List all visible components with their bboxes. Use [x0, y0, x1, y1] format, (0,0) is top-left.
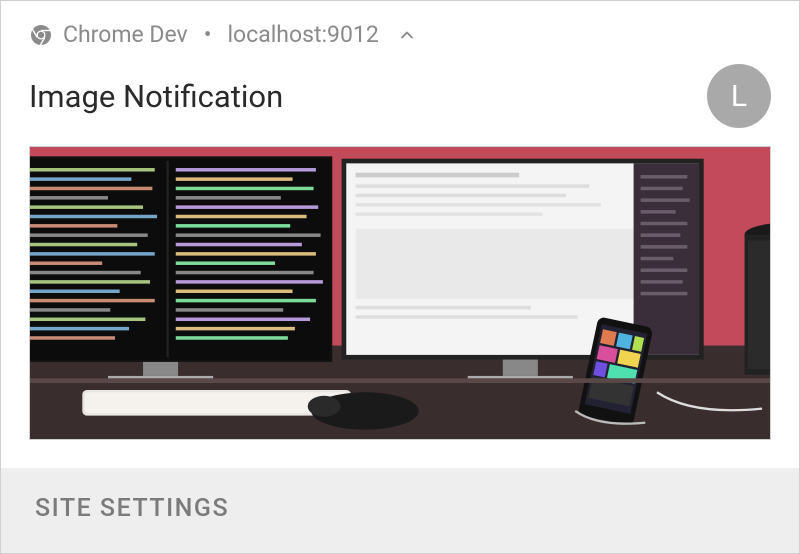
title-row: Image Notification L	[1, 54, 799, 146]
separator-dot: •	[204, 21, 212, 48]
site-settings-label: SITE SETTINGS	[35, 494, 229, 523]
app-name-label: Chrome Dev	[63, 21, 188, 48]
notification-image	[29, 146, 771, 440]
site-settings-button[interactable]: SITE SETTINGS	[1, 468, 799, 553]
notification-header[interactable]: Chrome Dev • localhost:9012	[1, 1, 799, 54]
chevron-up-icon	[397, 25, 417, 45]
notification-title: Image Notification	[29, 78, 283, 115]
chrome-icon	[29, 23, 53, 47]
avatar: L	[707, 64, 771, 128]
origin-label: localhost:9012	[227, 21, 378, 48]
notification-image-container	[1, 146, 799, 468]
hero-image-svg	[30, 147, 770, 439]
avatar-letter: L	[731, 79, 747, 114]
notification-card: Chrome Dev • localhost:9012 Image Notifi…	[0, 0, 800, 554]
